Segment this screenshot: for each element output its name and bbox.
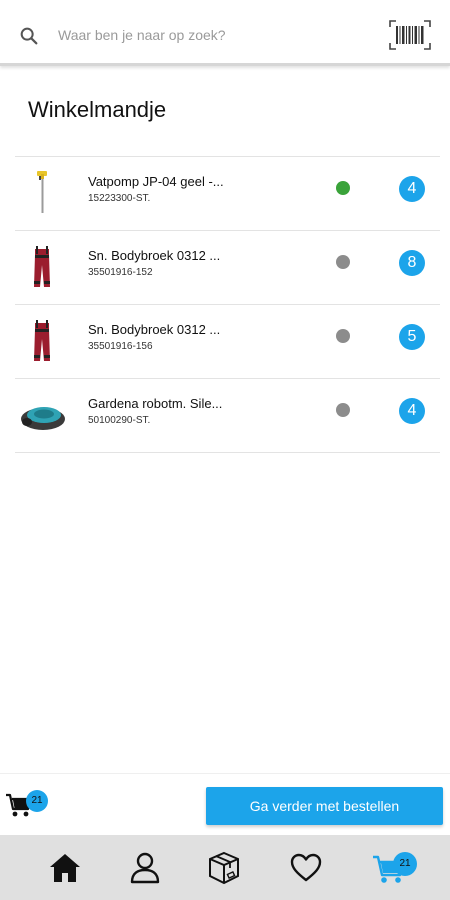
cart-item-row[interactable]: Gardena robotm. Sile... 50100290-ST. 4: [15, 379, 440, 453]
item-sku: 35501916-152: [88, 267, 153, 278]
stock-status-indicator: [336, 181, 350, 195]
nav-products[interactable]: [203, 849, 243, 887]
cart-item-row[interactable]: Sn. Bodybroek 0312 ... 35501916-156 5: [15, 305, 440, 379]
package-icon: [209, 851, 239, 885]
item-sku: 15223300-ST.: [88, 193, 151, 204]
stock-status-indicator: [336, 403, 350, 417]
search-input[interactable]: [58, 20, 368, 50]
barcode-scan-button[interactable]: [388, 19, 432, 51]
cart-list: Vatpomp JP-04 geel -... 15223300-ST. 4 S…: [15, 156, 440, 453]
bodybroek-thumbnail: [34, 320, 50, 361]
robot-mower-thumbnail: [21, 407, 65, 430]
checkout-bar: 21 Ga verder met bestellen: [0, 773, 450, 836]
quantity-badge[interactable]: 4: [399, 176, 425, 202]
pump-thumbnail: [37, 171, 47, 213]
quantity-badge[interactable]: 5: [399, 324, 425, 350]
stock-status-indicator: [336, 255, 350, 269]
heart-icon: [290, 853, 322, 882]
continue-order-button[interactable]: Ga verder met bestellen: [206, 787, 443, 825]
item-sku: 35501916-156: [88, 341, 153, 352]
bodybroek-thumbnail: [34, 246, 50, 287]
item-name: Sn. Bodybroek 0312 ...: [88, 248, 221, 263]
page-title: Winkelmandje: [28, 97, 167, 122]
nav-profile[interactable]: [124, 849, 164, 887]
nav-favorites[interactable]: [285, 849, 325, 887]
cart-count-badge: 21: [26, 790, 48, 812]
item-sku: 50100290-ST.: [88, 415, 151, 426]
nav-cart-count-badge: 21: [393, 852, 417, 876]
cart-item-row[interactable]: Sn. Bodybroek 0312 ... 35501916-152 8: [15, 231, 440, 305]
nav-home[interactable]: [44, 849, 84, 887]
search-icon[interactable]: [18, 25, 40, 47]
quantity-badge[interactable]: 4: [399, 398, 425, 424]
item-name: Gardena robotm. Sile...: [88, 396, 223, 411]
item-name: Sn. Bodybroek 0312 ...: [88, 322, 221, 337]
bottom-navigation: 21: [0, 835, 450, 900]
profile-icon: [130, 852, 160, 884]
item-name: Vatpomp JP-04 geel -...: [88, 174, 224, 189]
home-icon: [50, 854, 80, 882]
search-bar: [0, 0, 450, 66]
cart-item-row[interactable]: Vatpomp JP-04 geel -... 15223300-ST. 4: [15, 157, 440, 231]
quantity-badge[interactable]: 8: [399, 250, 425, 276]
stock-status-indicator: [336, 329, 350, 343]
barcode-icon: [389, 20, 431, 50]
